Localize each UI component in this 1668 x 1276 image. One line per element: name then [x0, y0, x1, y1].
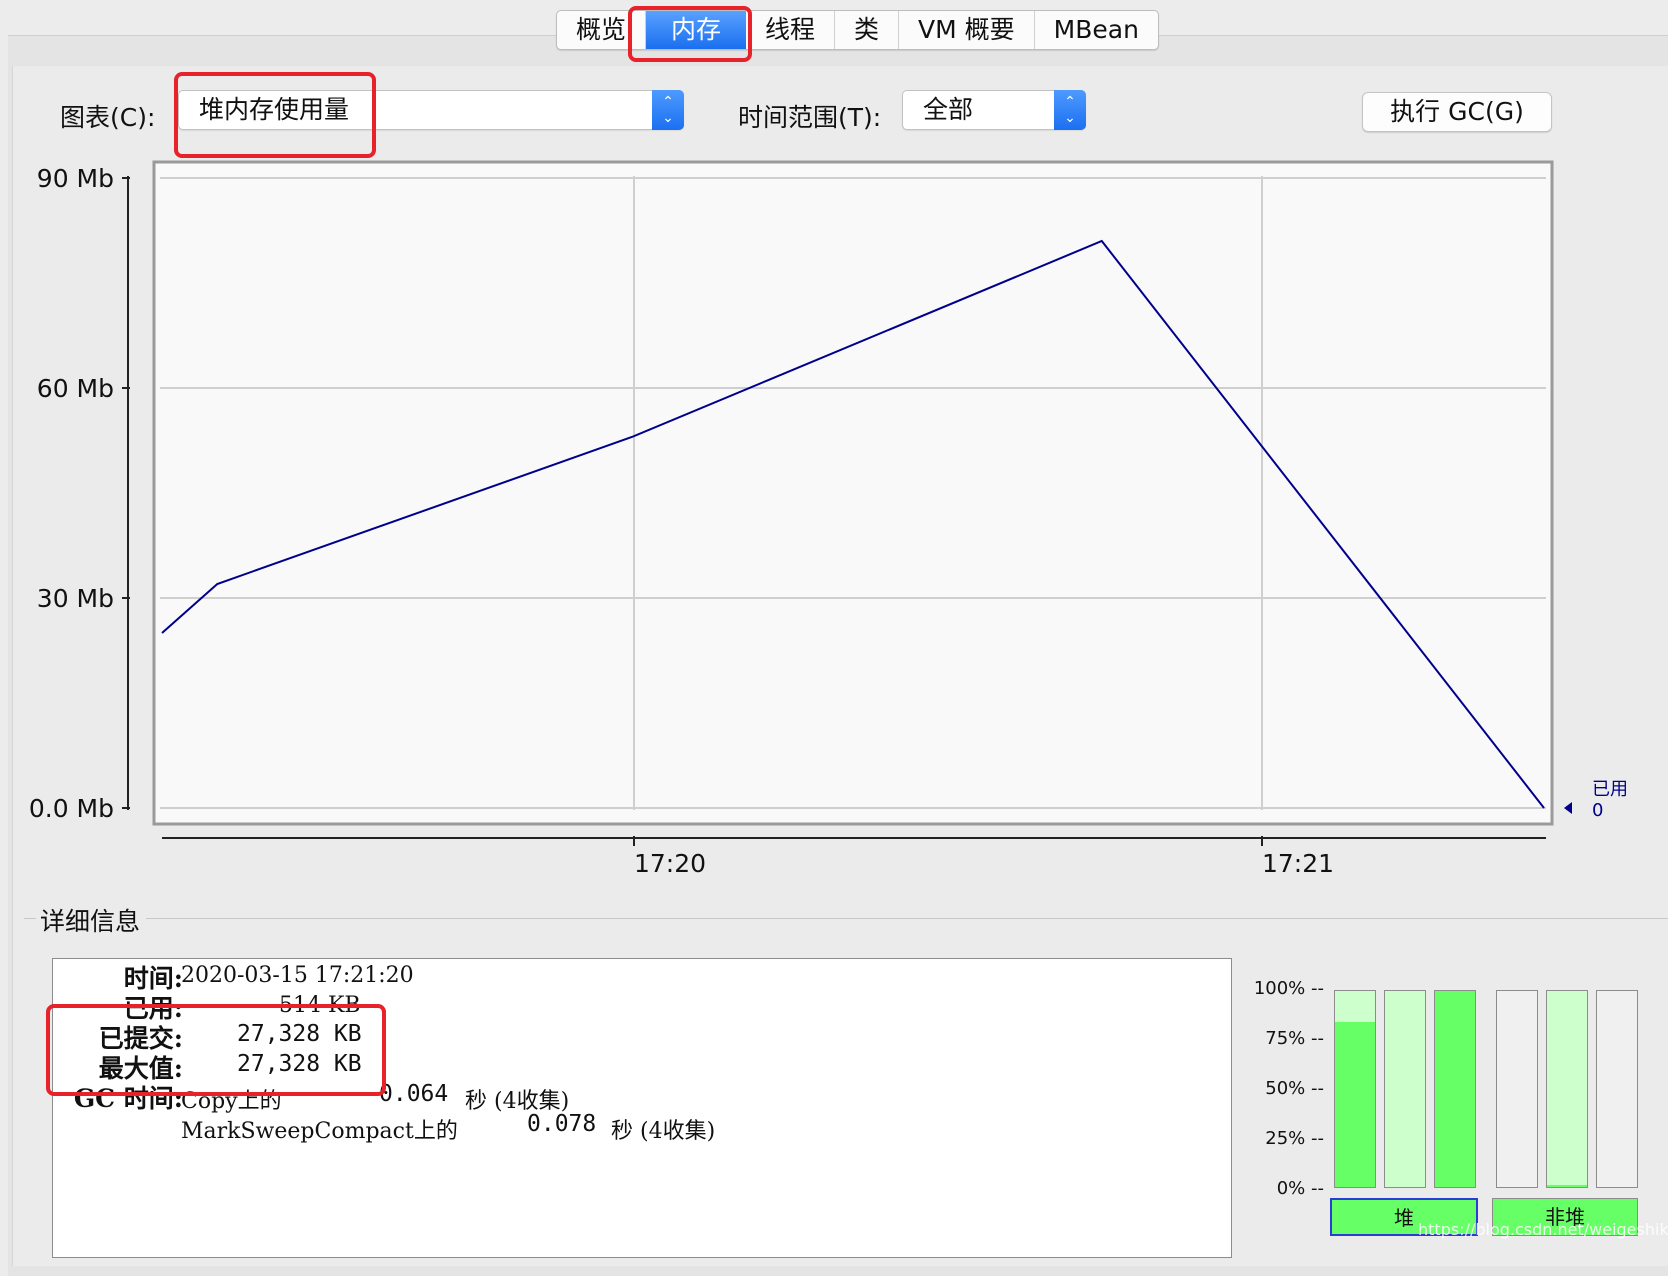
heap-pool-bar[interactable]	[1384, 990, 1426, 1188]
pct-label-50: 50% --	[1265, 1078, 1324, 1099]
details-separator	[24, 918, 1668, 919]
detail-gc2-unit: 秒 (4收集)	[611, 1119, 716, 1144]
x-tick-label: 17:21	[1262, 849, 1334, 878]
plot-area	[152, 160, 1554, 826]
x-tick-label: 17:20	[634, 849, 706, 878]
heap-pool-bar[interactable]	[1434, 990, 1476, 1188]
heap-pool-bar[interactable]	[1334, 990, 1376, 1188]
pct-label-0: 0% --	[1276, 1178, 1324, 1199]
details-title: 详细信息	[36, 902, 147, 938]
details-panel: 时间: 2020-03-15 17:21:20 已用: 514 KB 已提交: …	[52, 958, 1232, 1258]
nonheap-pool-bar-fill	[1547, 1185, 1587, 1187]
watermark: https://blog.csdn.net/weigeshikebi	[1418, 1220, 1668, 1239]
series-legend-name: 已用	[1592, 779, 1628, 800]
pct-label-25: 25% --	[1265, 1128, 1324, 1149]
nonheap-pool-bar[interactable]	[1596, 990, 1638, 1188]
y-tick-label: 30 Mb	[37, 584, 114, 613]
detail-gc2-time: 0.078	[527, 1111, 597, 1137]
heap-pool-bar-fill	[1335, 1022, 1375, 1187]
heap-pool-bar-fill	[1435, 991, 1475, 1187]
heap-usage-chart: 90 Mb 60 Mb 30 Mb 0.0 Mb 17:20 17:21 已用 0	[29, 160, 1628, 878]
y-tick-label: 0.0 Mb	[29, 794, 114, 823]
y-tick-label: 90 Mb	[37, 164, 114, 193]
detail-gc2-name: MarkSweepCompact上的	[181, 1119, 458, 1144]
nonheap-pool-bar[interactable]	[1546, 990, 1588, 1188]
detail-time-value: 2020-03-15 17:21:20	[181, 963, 414, 988]
highlight-committed-max	[46, 1004, 386, 1096]
current-value-marker-icon	[1564, 802, 1572, 814]
pct-label-75: 75% --	[1265, 1028, 1324, 1049]
detail-gc1-time: 0.064	[379, 1081, 449, 1107]
pct-label-100: 100% --	[1253, 978, 1324, 999]
nonheap-pool-bar[interactable]	[1496, 990, 1538, 1188]
series-current-value: 0	[1592, 800, 1603, 821]
y-tick-label: 60 Mb	[37, 374, 114, 403]
